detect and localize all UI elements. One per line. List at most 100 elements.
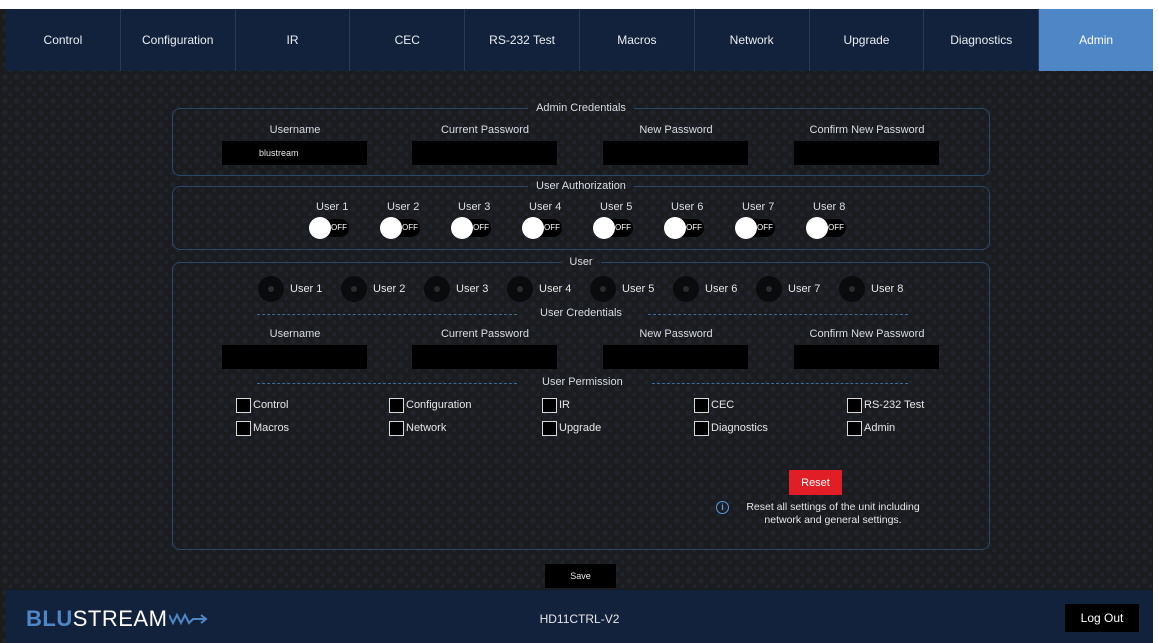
- permission-network-checkbox[interactable]: [389, 421, 404, 436]
- tab-network[interactable]: Network: [695, 9, 810, 71]
- user-7-radio-label: User 7: [788, 283, 821, 295]
- auth-user-5-label: User 5: [600, 201, 633, 213]
- admin-confirm-password-input[interactable]: [794, 141, 939, 165]
- auth-user-5-toggle[interactable]: OFF: [593, 217, 633, 239]
- permission-network-label: Network: [406, 422, 447, 434]
- auth-user-2-toggle[interactable]: OFF: [380, 217, 420, 239]
- tab-diagnostics[interactable]: Diagnostics: [924, 9, 1040, 71]
- user-username-label: Username: [269, 328, 321, 340]
- info-icon: i: [716, 501, 729, 514]
- user-8-radio[interactable]: [839, 276, 865, 302]
- tab-macros[interactable]: Macros: [580, 9, 695, 71]
- auth-user-1-label: User 1: [316, 201, 349, 213]
- permission-diagnostics-label: Diagnostics: [711, 422, 768, 434]
- user-4-radio[interactable]: [507, 276, 533, 302]
- toggle-state: OFF: [757, 223, 773, 232]
- toggle-knob: [522, 217, 544, 239]
- permission-ir-checkbox[interactable]: [542, 398, 557, 413]
- right-border: [1153, 9, 1158, 643]
- user-1-radio[interactable]: [258, 276, 284, 302]
- user-current-password-input[interactable]: [412, 345, 557, 369]
- user-5-radio[interactable]: [590, 276, 616, 302]
- user-4-radio-label: User 4: [539, 283, 572, 295]
- admin-username-label: Username: [269, 124, 321, 136]
- admin-new-password-input[interactable]: [603, 141, 748, 165]
- user-confirm-password-input[interactable]: [794, 345, 939, 369]
- toggle-state: OFF: [331, 223, 347, 232]
- credentials-divider-left: [257, 314, 517, 315]
- user-7-radio[interactable]: [756, 276, 782, 302]
- main-nav: Control Configuration IR CEC RS-232 Test…: [6, 9, 1153, 71]
- user-new-password-label: New Password: [639, 328, 713, 340]
- user-2-radio[interactable]: [341, 276, 367, 302]
- permission-upgrade-label: Upgrade: [559, 422, 602, 434]
- user-6-radio[interactable]: [673, 276, 699, 302]
- permission-ir-label: IR: [559, 399, 570, 411]
- user-new-password-input[interactable]: [603, 345, 748, 369]
- auth-user-4-toggle[interactable]: OFF: [522, 217, 562, 239]
- logout-button[interactable]: Log Out: [1065, 604, 1139, 632]
- tab-control[interactable]: Control: [6, 9, 121, 71]
- permission-cec-checkbox[interactable]: [694, 398, 709, 413]
- auth-user-6-toggle[interactable]: OFF: [664, 217, 704, 239]
- save-button[interactable]: Save: [545, 564, 616, 588]
- radio-dot: [268, 286, 274, 292]
- admin-username-input[interactable]: [222, 141, 367, 165]
- admin-credentials-title: Admin Credentials: [536, 102, 626, 114]
- toggle-knob: [806, 217, 828, 239]
- radio-dot: [434, 286, 440, 292]
- toggle-knob: [451, 217, 473, 239]
- permission-configuration-checkbox[interactable]: [389, 398, 404, 413]
- auth-user-8-toggle[interactable]: OFF: [806, 217, 846, 239]
- tab-rs232-test[interactable]: RS-232 Test: [465, 9, 580, 71]
- user-5-radio-label: User 5: [622, 283, 655, 295]
- user-6-radio-label: User 6: [705, 283, 738, 295]
- user-3-radio[interactable]: [424, 276, 450, 302]
- tab-upgrade[interactable]: Upgrade: [810, 9, 925, 71]
- permission-cec-label: CEC: [711, 399, 735, 411]
- admin-new-password-label: New Password: [639, 124, 713, 136]
- user-panel-title: User: [569, 256, 593, 268]
- user-authorization-panel: User Authorization: [172, 180, 990, 250]
- reset-info-text: Reset all settings of the unit including…: [746, 501, 920, 526]
- admin-current-password-input[interactable]: [412, 141, 557, 165]
- auth-user-1-toggle[interactable]: OFF: [309, 217, 349, 239]
- tab-admin[interactable]: Admin: [1039, 9, 1153, 71]
- user-3-radio-label: User 3: [456, 283, 489, 295]
- auth-user-3-toggle[interactable]: OFF: [451, 217, 491, 239]
- tab-cec[interactable]: CEC: [350, 9, 466, 71]
- permission-macros-checkbox[interactable]: [236, 421, 251, 436]
- auth-user-2-label: User 2: [387, 201, 420, 213]
- toggle-knob: [735, 217, 757, 239]
- toggle-state: OFF: [473, 223, 489, 232]
- footer-bar: BLU STREAM HD11CTRL-V2 Log Out: [6, 590, 1153, 643]
- reset-button[interactable]: Reset: [789, 470, 842, 495]
- permission-admin-checkbox[interactable]: [847, 421, 862, 436]
- radio-dot: [683, 286, 689, 292]
- radio-dot: [849, 286, 855, 292]
- auth-user-7-label: User 7: [742, 201, 775, 213]
- user-8-radio-label: User 8: [871, 283, 904, 295]
- permission-rs232-test-checkbox[interactable]: [847, 398, 862, 413]
- toggle-state: OFF: [686, 223, 702, 232]
- permission-diagnostics-checkbox[interactable]: [694, 421, 709, 436]
- auth-user-4-label: User 4: [529, 201, 562, 213]
- radio-dot: [766, 286, 772, 292]
- radio-dot: [600, 286, 606, 292]
- auth-user-3-label: User 3: [458, 201, 491, 213]
- user-confirm-password-label: Confirm New Password: [809, 328, 925, 340]
- permission-divider-left: [257, 383, 517, 384]
- toggle-state: OFF: [615, 223, 631, 232]
- admin-current-password-label: Current Password: [440, 124, 530, 136]
- toggle-knob: [664, 217, 686, 239]
- tab-configuration[interactable]: Configuration: [121, 9, 236, 71]
- user-username-input[interactable]: [222, 345, 367, 369]
- permission-upgrade-checkbox[interactable]: [542, 421, 557, 436]
- user-authorization-title: User Authorization: [536, 180, 626, 192]
- user-2-radio-label: User 2: [373, 283, 406, 295]
- tab-ir[interactable]: IR: [236, 9, 351, 71]
- auth-user-7-toggle[interactable]: OFF: [735, 217, 775, 239]
- auth-user-6-label: User 6: [671, 201, 704, 213]
- toggle-state: OFF: [402, 223, 418, 232]
- permission-control-checkbox[interactable]: [236, 398, 251, 413]
